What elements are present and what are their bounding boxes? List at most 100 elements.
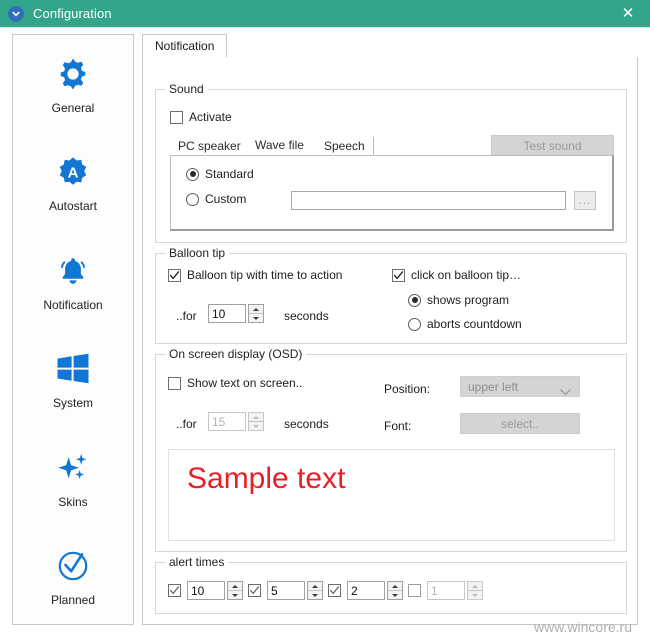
standard-radio[interactable] — [186, 167, 199, 181]
tab-strip: Notification — [142, 34, 638, 58]
svg-text:A: A — [68, 165, 79, 182]
sidebar-item-skins[interactable]: Skins — [13, 429, 133, 528]
click-on-balloon-label: click on balloon tip… — [411, 268, 522, 282]
alert-time-item: 1 — [408, 581, 483, 600]
spin-up-button[interactable] — [249, 413, 263, 422]
close-button[interactable]: ✕ — [606, 0, 650, 27]
font-label: Font: — [384, 419, 412, 433]
alert-time-spin-buttons[interactable] — [227, 581, 243, 600]
spin-down-button[interactable] — [249, 422, 263, 430]
alert-time-input[interactable]: 2 — [347, 581, 385, 600]
activate-checkbox[interactable] — [170, 110, 183, 124]
sidebar-item-general[interactable]: General — [13, 35, 133, 134]
standard-radio-row[interactable]: Standard — [186, 167, 254, 181]
alert-time-checkbox[interactable] — [408, 584, 421, 597]
spin-down-button[interactable] — [228, 591, 242, 599]
sidebar-item-planned[interactable]: Planned — [13, 528, 133, 625]
shows-program-radio[interactable] — [408, 293, 421, 307]
wave-file-panel: Standard Custom ... — [170, 155, 614, 231]
show-text-on-screen-checkbox[interactable] — [168, 376, 181, 390]
chevron-down-icon — [560, 385, 571, 399]
spin-down-button[interactable] — [308, 591, 322, 599]
show-text-on-screen-row[interactable]: Show text on screen.. — [168, 376, 302, 390]
alert-time-checkbox[interactable] — [248, 584, 261, 597]
check-circle-icon — [55, 546, 91, 586]
position-label: Position: — [384, 382, 431, 396]
spin-up-button[interactable] — [468, 582, 482, 591]
osd-position-value: upper left — [468, 379, 519, 394]
browse-button[interactable]: ... — [574, 191, 596, 210]
shows-program-row[interactable]: shows program — [408, 293, 509, 307]
alert-time-item: 2 — [328, 581, 403, 600]
alert-time-stepper[interactable]: 10 — [187, 581, 243, 600]
test-sound-button[interactable]: Test sound — [491, 135, 614, 156]
balloon-tip-group: Balloon tip Balloon tip with time to act… — [155, 246, 627, 344]
alert-time-stepper[interactable]: 5 — [267, 581, 323, 600]
test-sound-label: Test sound — [523, 138, 582, 153]
balloon-seconds-stepper[interactable]: 10 — [208, 304, 264, 323]
inner-tab-pc-speaker[interactable]: PC speaker — [170, 137, 250, 155]
click-on-balloon-checkbox[interactable] — [392, 268, 405, 282]
alert-time-stepper[interactable]: 1 — [427, 581, 483, 600]
activate-checkbox-row[interactable]: Activate — [170, 110, 232, 124]
sidebar-item-system[interactable]: System — [13, 331, 133, 430]
aborts-countdown-radio[interactable] — [408, 317, 421, 331]
standard-label: Standard — [205, 167, 254, 181]
alert-time-spin-buttons[interactable] — [467, 581, 483, 600]
alert-times-group: alert times 10 5 2 1 — [155, 555, 627, 614]
spin-up-button[interactable] — [249, 305, 263, 314]
alert-time-input[interactable]: 1 — [427, 581, 465, 600]
inner-tab-wave-file[interactable]: Wave file — [247, 135, 312, 155]
inner-tab-speech[interactable]: Speech — [316, 137, 374, 155]
sidebar: General A Autostart Notification System … — [12, 34, 134, 625]
sidebar-item-notification[interactable]: Notification — [13, 232, 133, 331]
custom-sound-path-input[interactable] — [291, 191, 566, 210]
click-on-balloon-row[interactable]: click on balloon tip… — [392, 268, 521, 282]
sound-inner-tabs: PC speaker Wave file Speech — [170, 135, 475, 157]
spin-down-button[interactable] — [249, 314, 263, 322]
custom-label: Custom — [205, 192, 247, 206]
sidebar-item-autostart[interactable]: A Autostart — [13, 134, 133, 233]
osd-sample-text: Sample text — [187, 462, 346, 495]
alert-time-item: 5 — [248, 581, 323, 600]
browse-label: ... — [578, 194, 592, 207]
balloon-seconds-spin-buttons[interactable] — [248, 304, 264, 323]
alert-time-input[interactable]: 5 — [267, 581, 305, 600]
title-bar: Configuration ✕ — [0, 0, 650, 27]
alert-time-input[interactable]: 10 — [187, 581, 225, 600]
inner-tab-label: Wave file — [255, 138, 304, 152]
spin-up-button[interactable] — [308, 582, 322, 591]
sidebar-item-label: Skins — [58, 494, 88, 509]
aborts-countdown-row[interactable]: aborts countdown — [408, 317, 522, 331]
alert-time-checkbox[interactable] — [168, 584, 181, 597]
custom-radio-row[interactable]: Custom — [186, 192, 246, 206]
alert-time-checkbox[interactable] — [328, 584, 341, 597]
spin-up-button[interactable] — [228, 582, 242, 591]
osd-font-select-button[interactable]: select.. — [460, 413, 580, 434]
spin-up-button[interactable] — [388, 582, 402, 591]
alert-time-spin-buttons[interactable] — [387, 581, 403, 600]
osd-font-select-label: select.. — [500, 416, 539, 431]
sparkles-icon — [55, 448, 91, 488]
osd-seconds-label: seconds — [284, 417, 329, 431]
osd-seconds-input[interactable]: 15 — [208, 412, 246, 431]
spin-down-button[interactable] — [468, 591, 482, 599]
balloon-with-time-checkbox[interactable] — [168, 268, 181, 282]
sidebar-item-label: General — [51, 100, 95, 115]
osd-for-label: ..for — [176, 417, 197, 431]
alert-time-spin-buttons[interactable] — [307, 581, 323, 600]
osd-group: On screen display (OSD) Show text on scr… — [155, 347, 627, 552]
sound-group-legend: Sound — [165, 82, 208, 96]
spin-down-button[interactable] — [388, 591, 402, 599]
custom-radio[interactable] — [186, 192, 199, 206]
balloon-seconds-input[interactable]: 10 — [208, 304, 246, 323]
osd-position-select[interactable]: upper left — [460, 376, 580, 397]
sidebar-item-label: Planned — [50, 593, 96, 608]
balloon-with-time-row[interactable]: Balloon tip with time to action — [168, 268, 342, 282]
tab-notification[interactable]: Notification — [142, 34, 228, 58]
osd-seconds-stepper[interactable]: 15 — [208, 412, 264, 431]
osd-seconds-spin-buttons[interactable] — [248, 412, 264, 431]
inner-tab-label: Speech — [324, 139, 365, 153]
balloon-tip-group-legend: Balloon tip — [165, 246, 230, 260]
alert-time-stepper[interactable]: 2 — [347, 581, 403, 600]
